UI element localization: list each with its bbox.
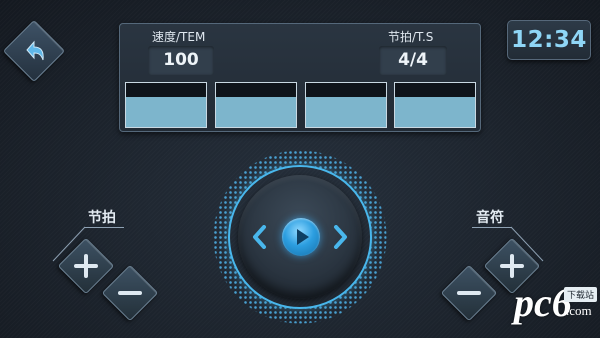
beat-indicator-4 — [394, 82, 476, 128]
watermark-logo: pc6 — [514, 280, 572, 325]
minus-icon — [449, 273, 489, 313]
speed-value[interactable]: 100 — [148, 46, 214, 75]
note-group-underline — [472, 227, 512, 228]
time-signature-value[interactable]: 4/4 — [379, 46, 447, 75]
beat-indicator-1 — [125, 82, 207, 128]
beat-group-label: 节拍 — [88, 210, 116, 226]
watermark: pc6 下载站 .com — [514, 280, 600, 335]
beat-indicator-3 — [305, 82, 387, 128]
clock: 12:34 — [507, 20, 591, 60]
chevron-right-icon[interactable] — [332, 225, 350, 249]
note-group-label: 音符 — [476, 210, 504, 226]
beat-group-underline — [84, 227, 124, 228]
watermark-badge: 下载站 — [564, 287, 598, 302]
watermark-domain: .com — [566, 303, 592, 318]
plus-icon — [66, 246, 106, 286]
play-icon — [282, 218, 320, 256]
chevron-left-icon[interactable] — [250, 225, 268, 249]
minus-icon — [110, 273, 150, 313]
speed-label: 速度/TEM — [152, 30, 206, 44]
time-signature-label: 节拍/T.S — [388, 30, 434, 44]
back-arrow-icon — [12, 29, 56, 73]
beat-indicator-2 — [215, 82, 297, 128]
